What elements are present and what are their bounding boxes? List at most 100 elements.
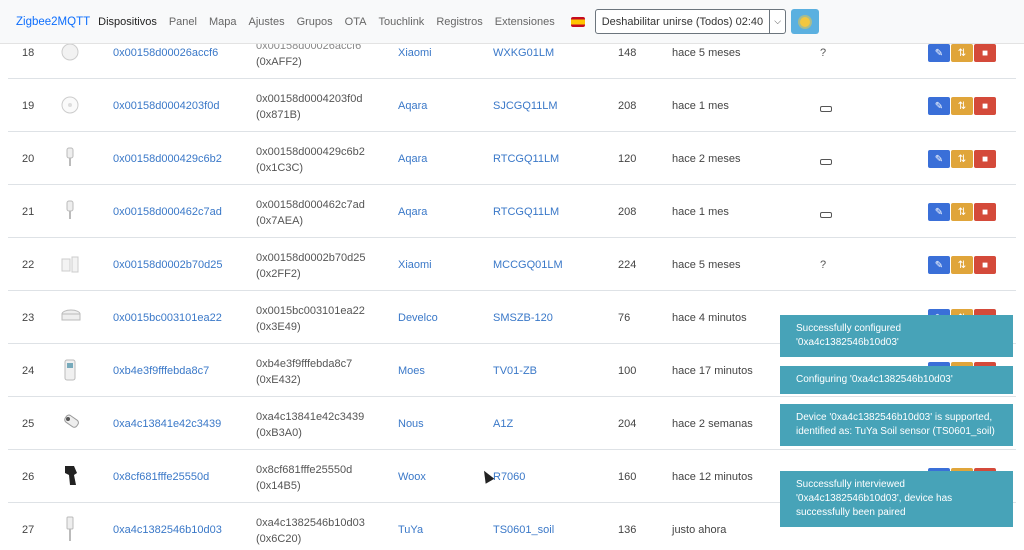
nwk-line1: 0x00158d000429c6b2: [256, 146, 365, 158]
lqi-value: 204: [618, 418, 637, 430]
model-link[interactable]: TS0601_soil: [493, 524, 554, 536]
ieee-address-link[interactable]: 0x00158d0004203f0d: [113, 100, 219, 112]
trash-icon[interactable]: ■: [974, 44, 996, 62]
device-image: [66, 147, 74, 166]
sun-icon: [800, 16, 811, 27]
model-link[interactable]: SMSZB-120: [493, 312, 553, 324]
nav-mapa[interactable]: Mapa: [209, 16, 237, 28]
vendor-link[interactable]: Aqara: [398, 153, 427, 165]
nav-grupos[interactable]: Grupos: [297, 16, 333, 28]
network-address: 0x00158d000462c7ad (0x7AEA): [256, 197, 365, 229]
nav-dispositivos[interactable]: Dispositivos: [98, 16, 157, 28]
toast-notification[interactable]: Successfully configured '0xa4c1382546b10…: [780, 315, 1013, 357]
vendor-link[interactable]: Xiaomi: [398, 47, 432, 59]
trash-icon[interactable]: ■: [974, 150, 996, 168]
top-navbar: Zigbee2MQTT Dispositivos Panel Mapa Ajus…: [0, 0, 1024, 44]
nav-touchlink[interactable]: Touchlink: [378, 16, 424, 28]
nav-ota[interactable]: OTA: [345, 16, 367, 28]
last-seen: hace 1 mes: [672, 100, 729, 112]
last-seen: hace 2 semanas: [672, 418, 753, 430]
device-image: [61, 96, 79, 114]
device-image: [66, 200, 74, 219]
model-link[interactable]: TV01-ZB: [493, 365, 537, 377]
trash-icon[interactable]: ■: [974, 203, 996, 221]
row-actions: ✎ ⇅ ■: [928, 150, 996, 168]
power-source: ?: [820, 259, 827, 271]
nav-ajustes[interactable]: Ajustes: [249, 16, 285, 28]
nwk-line2: (0x3E49): [256, 321, 301, 333]
model-link[interactable]: WXKG01LM: [493, 47, 554, 59]
ieee-address-link[interactable]: 0x8cf681fffe25550d: [113, 471, 209, 483]
vendor-link[interactable]: Woox: [398, 471, 426, 483]
nav-registros[interactable]: Registros: [436, 16, 482, 28]
ieee-address-link[interactable]: 0xb4e3f9fffebda8c7: [113, 365, 209, 377]
vendor-link[interactable]: Aqara: [398, 206, 427, 218]
last-seen: hace 2 meses: [672, 153, 741, 165]
ieee-address-link[interactable]: 0x00158d000462c7ad: [113, 206, 222, 218]
table-row: 20 0x00158d000429c6b2 0x00158d000429c6b2…: [8, 132, 1016, 185]
row-index: 18: [22, 47, 35, 59]
model-link[interactable]: R7060: [493, 471, 525, 483]
row-index: 19: [22, 100, 35, 112]
nav-extensiones[interactable]: Extensiones: [495, 16, 555, 28]
rename-icon[interactable]: ⇅: [951, 44, 973, 62]
toast-notification[interactable]: Configuring '0xa4c1382546b10d03': [780, 366, 1013, 394]
nwk-line1: 0xa4c13841e42c3439: [256, 411, 365, 423]
nwk-line2: (0x1C3C): [256, 162, 304, 174]
pencil-icon[interactable]: ✎: [928, 97, 950, 115]
last-seen: hace 5 meses: [672, 47, 741, 59]
ieee-address-link[interactable]: 0x0015bc003101ea22: [113, 312, 222, 324]
table-row: 19 0x00158d0004203f0d 0x00158d0004203f0d…: [8, 79, 1016, 132]
model-link[interactable]: RTCGQ11LM: [493, 206, 559, 218]
vendor-link[interactable]: TuYa: [398, 524, 423, 536]
model-link[interactable]: MCCGQ01LM: [493, 259, 563, 271]
trash-icon[interactable]: ■: [974, 97, 996, 115]
model-link[interactable]: RTCGQ11LM: [493, 153, 559, 165]
ieee-address-link[interactable]: 0xa4c1382546b10d03: [113, 524, 222, 536]
device-image: [66, 516, 74, 541]
nwk-line2: (0x14B5): [256, 480, 301, 492]
battery-icon: [820, 103, 832, 115]
brand-link[interactable]: Zigbee2MQTT: [16, 16, 90, 28]
permit-join-button[interactable]: Deshabilitar unirse (Todos) 02:40: [594, 9, 771, 34]
nav-panel[interactable]: Panel: [169, 16, 197, 28]
vendor-link[interactable]: Moes: [398, 365, 425, 377]
toast-notification[interactable]: Device '0xa4c1382546b10d03' is supported…: [780, 404, 1013, 446]
row-actions: ✎ ⇅ ■: [928, 97, 996, 115]
pencil-icon[interactable]: ✎: [928, 150, 950, 168]
trash-icon[interactable]: ■: [974, 256, 996, 274]
rename-icon[interactable]: ⇅: [951, 256, 973, 274]
rename-icon[interactable]: ⇅: [951, 203, 973, 221]
last-seen: hace 4 minutos: [672, 312, 747, 324]
network-address: 0x00158d0004203f0d (0x871B): [256, 91, 362, 123]
ieee-address-link[interactable]: 0x00158d00026accf6: [113, 47, 218, 59]
ieee-address-link[interactable]: 0x00158d000429c6b2: [113, 153, 222, 165]
theme-toggle-button[interactable]: [791, 9, 820, 34]
ieee-address-link[interactable]: 0xa4c13841e42c3439: [113, 418, 221, 430]
pencil-icon[interactable]: ✎: [928, 256, 950, 274]
model-link[interactable]: SJCGQ11LM: [493, 100, 558, 112]
rename-icon[interactable]: ⇅: [951, 97, 973, 115]
lqi-value: 148: [618, 47, 637, 59]
row-actions: ✎ ⇅ ■: [928, 256, 996, 274]
ieee-address-link[interactable]: 0x00158d0002b70d25: [113, 259, 223, 271]
lqi-value: 120: [618, 153, 637, 165]
last-seen: justo ahora: [672, 524, 727, 536]
pencil-icon[interactable]: ✎: [928, 203, 950, 221]
vendor-link[interactable]: Xiaomi: [398, 259, 432, 271]
lqi-value: 76: [618, 312, 631, 324]
model-link[interactable]: A1Z: [493, 418, 513, 430]
chevron-down-icon[interactable]: ⌵: [770, 9, 787, 34]
vendor-link[interactable]: Develco: [398, 312, 438, 324]
spanish-flag-icon[interactable]: [570, 16, 585, 27]
network-address: 0xa4c13841e42c3439 (0xB3A0): [256, 409, 364, 441]
vendor-link[interactable]: Aqara: [398, 100, 427, 112]
nwk-line2: (0x871B): [256, 109, 301, 121]
rename-icon[interactable]: ⇅: [951, 150, 973, 168]
lqi-value: 208: [618, 100, 637, 112]
nwk-line1: 0x00158d0004203f0d: [256, 93, 363, 105]
lqi-value: 100: [618, 365, 637, 377]
vendor-link[interactable]: Nous: [398, 418, 424, 430]
pencil-icon[interactable]: ✎: [928, 44, 950, 62]
toast-notification[interactable]: Successfully interviewed '0xa4c1382546b1…: [780, 471, 1013, 527]
